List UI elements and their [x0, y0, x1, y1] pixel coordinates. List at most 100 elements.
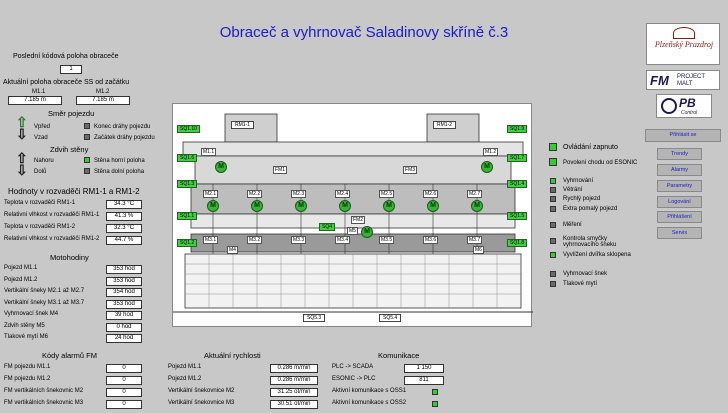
sensor-sq12: SQ1.2: [177, 239, 198, 247]
forward-label: Vpřed: [34, 124, 51, 130]
status-indicator: [550, 187, 556, 193]
wall-bottom-label: Stěna dolní poloha: [94, 169, 145, 175]
pb-circle-icon: [661, 98, 677, 114]
motor-label-m36: M3.6: [423, 236, 439, 244]
service-button[interactable]: Servis: [657, 227, 702, 239]
speed-row: Vertikální šnekovnice M2 31.25 ot/min: [168, 388, 328, 400]
speed-list: Pojezd M1.1 0.286 m/min Pojezd M1.2 0.286 …: [168, 364, 328, 412]
motor-label-m35: M3.5: [379, 236, 395, 244]
sensor-sq13: SQ1.3: [177, 180, 198, 188]
motor-label-m34: M3.4: [335, 236, 351, 244]
sensor-sq18: SQ1.8: [507, 239, 528, 247]
machine-diagram: RM1-1 RM1-2 SQ1.10 SQ1.9 SQ1.6 SQ1.7 SQ1…: [172, 103, 533, 327]
motor-label-m6: M6: [473, 246, 484, 254]
m12-label: M1.2: [96, 89, 110, 95]
motor-m2-icon: M: [383, 200, 395, 212]
sign-in-button[interactable]: Přihlášení: [657, 211, 702, 223]
motor-label-m22: M2.2: [247, 190, 263, 198]
wall-lift-label: Zdvih stěny: [50, 145, 89, 154]
m12-position: 7.185 m: [76, 96, 130, 105]
alarm-title: Kódy alarmů FM: [42, 351, 98, 360]
hours-row: Vertikální šneky M2.1 až M2.7 354 hod: [4, 288, 146, 300]
value-row: Teplota v rozvaděči RM1-1 34.3 °C: [4, 200, 146, 212]
status-indicator: [550, 271, 556, 277]
travel-dir-label: Směr pojezdu: [48, 109, 95, 118]
hours-title: Motohodiny: [50, 253, 89, 262]
hours-row: Vertikální šneky M3.1 až M3.7 353 hod: [4, 299, 146, 312]
sensor-sq19: SQ1.9: [507, 125, 528, 133]
status-indicator: [550, 281, 556, 287]
wall-top-indicator: [84, 157, 90, 163]
logo-fm-project: FM PROJECT MALT: [646, 70, 720, 90]
motor-m2-icon: M: [471, 200, 483, 212]
hours-row: Vyhrnovací šnek M4 39 hod: [4, 311, 146, 323]
motor-label-m24: M2.4: [335, 190, 351, 198]
motor-label-m32: M3.2: [247, 236, 263, 244]
trends-button[interactable]: Trendy: [657, 148, 702, 160]
gutter-label: Vyvlížení dvířka sklopena: [563, 252, 631, 258]
motor-m2-icon: M: [339, 200, 351, 212]
crest-icon: [673, 27, 695, 39]
measure-label: Měření: [563, 222, 582, 228]
end-track-indicator: [84, 123, 90, 129]
motor-m2-icon: M: [427, 200, 439, 212]
comm-row: PLC -> SCADA 1 150: [332, 364, 482, 376]
esonic-indicator: [549, 158, 557, 166]
motor-label-m4: M4: [227, 246, 238, 254]
cabinet-rm12: RM1-2: [433, 121, 457, 129]
status-indicator: [550, 206, 556, 212]
oss2-indicator: [432, 401, 438, 407]
m11-label: M1.1: [32, 89, 46, 95]
motor-label-m37: M3.7: [467, 236, 483, 244]
speed-row: Pojezd M1.2 0.286 m/min: [168, 376, 328, 388]
hours-list: Pojezd M1.1 353 hod Pojezd M1.2 353 hod Ve…: [4, 265, 146, 346]
sensor-sq54: SQ5.4: [379, 314, 402, 322]
up-label: Nahoru: [34, 158, 54, 164]
speed-row: Vertikální šnekovnice M3 30.51 ot/min: [168, 400, 328, 412]
motor-label-m31: M3.1: [203, 236, 219, 244]
alarm-row: FM pojezdu M1.2 0: [4, 376, 154, 388]
actual-pos-label: Aktuální poloha obraceče SS od začátku: [3, 79, 130, 86]
value-row: Relativní vlhkost v rozvaděči RM1-2 44.7 …: [4, 236, 146, 248]
status-indicator: [550, 196, 556, 202]
fm3-label: FM3: [403, 166, 417, 174]
motor-m2-icon: M: [207, 200, 219, 212]
start-track-label: Začátek dráhy pojezdu: [94, 135, 155, 141]
arrow-down-icon: ⇩: [16, 126, 28, 142]
wall-bottom-indicator: [84, 168, 90, 174]
speed-row: Pojezd M1.1 0.286 m/min: [168, 364, 328, 376]
control-on-indicator: [549, 143, 557, 151]
status-item: Tlakové mytí: [563, 281, 598, 287]
sensor-sq16: SQ1.6: [177, 154, 198, 162]
comm-row: ESONIC -> PLC 811: [332, 376, 482, 388]
down-label: Dolů: [34, 169, 47, 175]
motor-label-m11: M1.1: [201, 148, 217, 156]
parameters-button[interactable]: Parametry: [657, 180, 702, 192]
oss1-indicator: [432, 389, 438, 395]
sensor-sq53: SQ5.3: [303, 314, 326, 322]
alarm-row: FM pojezdu M1.1 0: [4, 364, 154, 376]
sensor-sq110: SQ1.10: [177, 125, 200, 133]
value-row: Teplota v rozvaděči RM1-2 32.3 °C: [4, 224, 146, 236]
control-on-label: Ovládání zapnuto: [563, 144, 618, 151]
hours-row: Tlakové mytí M6 24 hod: [4, 334, 146, 346]
values-list: Teplota v rozvaděči RM1-1 34.3 °C Relativ…: [4, 200, 146, 248]
sensor-sq14: SQ1.4: [507, 180, 528, 188]
login-button[interactable]: Přihlásit se: [645, 129, 721, 142]
alarm-row: FM vertikálních šnekovnic M3 0: [4, 400, 154, 412]
gutter-indicator: [550, 252, 556, 258]
loop-label: Kontrola smyčky vyhrnovacího šneku: [563, 236, 617, 248]
alarms-button[interactable]: Alarmy: [657, 164, 702, 176]
motor-m2-icon: M: [251, 200, 263, 212]
values-title: Hodnoty v rozvaděči RM1-1 a RM1-2: [8, 187, 140, 196]
fm2-label: FM2: [351, 216, 365, 224]
loop-indicator: [550, 238, 556, 244]
backward-label: Vzad: [34, 135, 48, 141]
last-code-value: 1: [60, 65, 82, 74]
cabinet-rm11: RM1-1: [231, 121, 255, 129]
motor-m11-icon: M: [215, 161, 227, 173]
motor-label-m12: M1.2: [483, 148, 499, 156]
sensor-sq11: SQ1.1: [177, 212, 198, 220]
logging-button[interactable]: Logování: [657, 196, 702, 208]
hours-row: Pojezd M1.2 353 hod: [4, 276, 146, 289]
